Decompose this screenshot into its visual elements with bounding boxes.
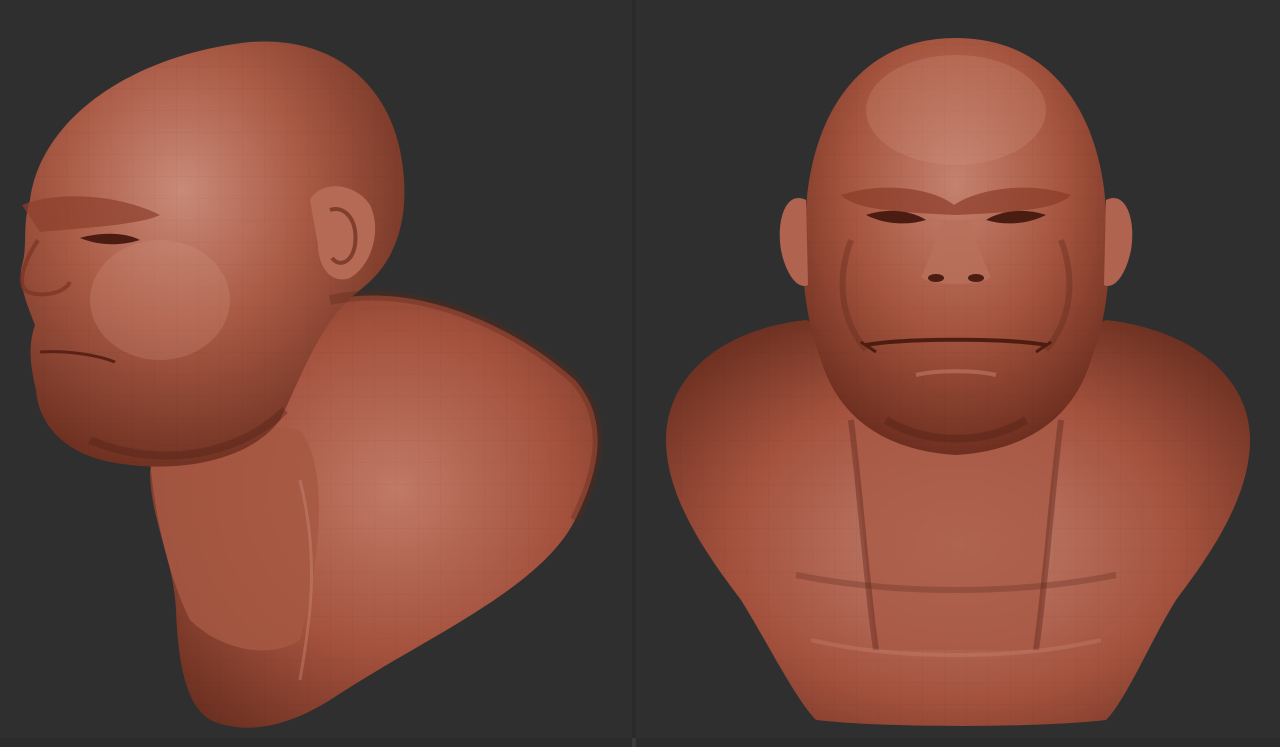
side-view-canvas[interactable] <box>0 0 636 747</box>
side-view-panel[interactable] <box>0 0 636 747</box>
bottom-seam <box>632 738 636 747</box>
front-ear-right <box>1104 198 1132 286</box>
front-ear-left <box>780 198 808 286</box>
front-view-panel[interactable] <box>636 0 1280 747</box>
viewport-bottom-strip <box>0 738 1280 747</box>
sculpt-viewport[interactable] <box>0 0 1280 747</box>
front-view-canvas[interactable] <box>636 0 1280 747</box>
